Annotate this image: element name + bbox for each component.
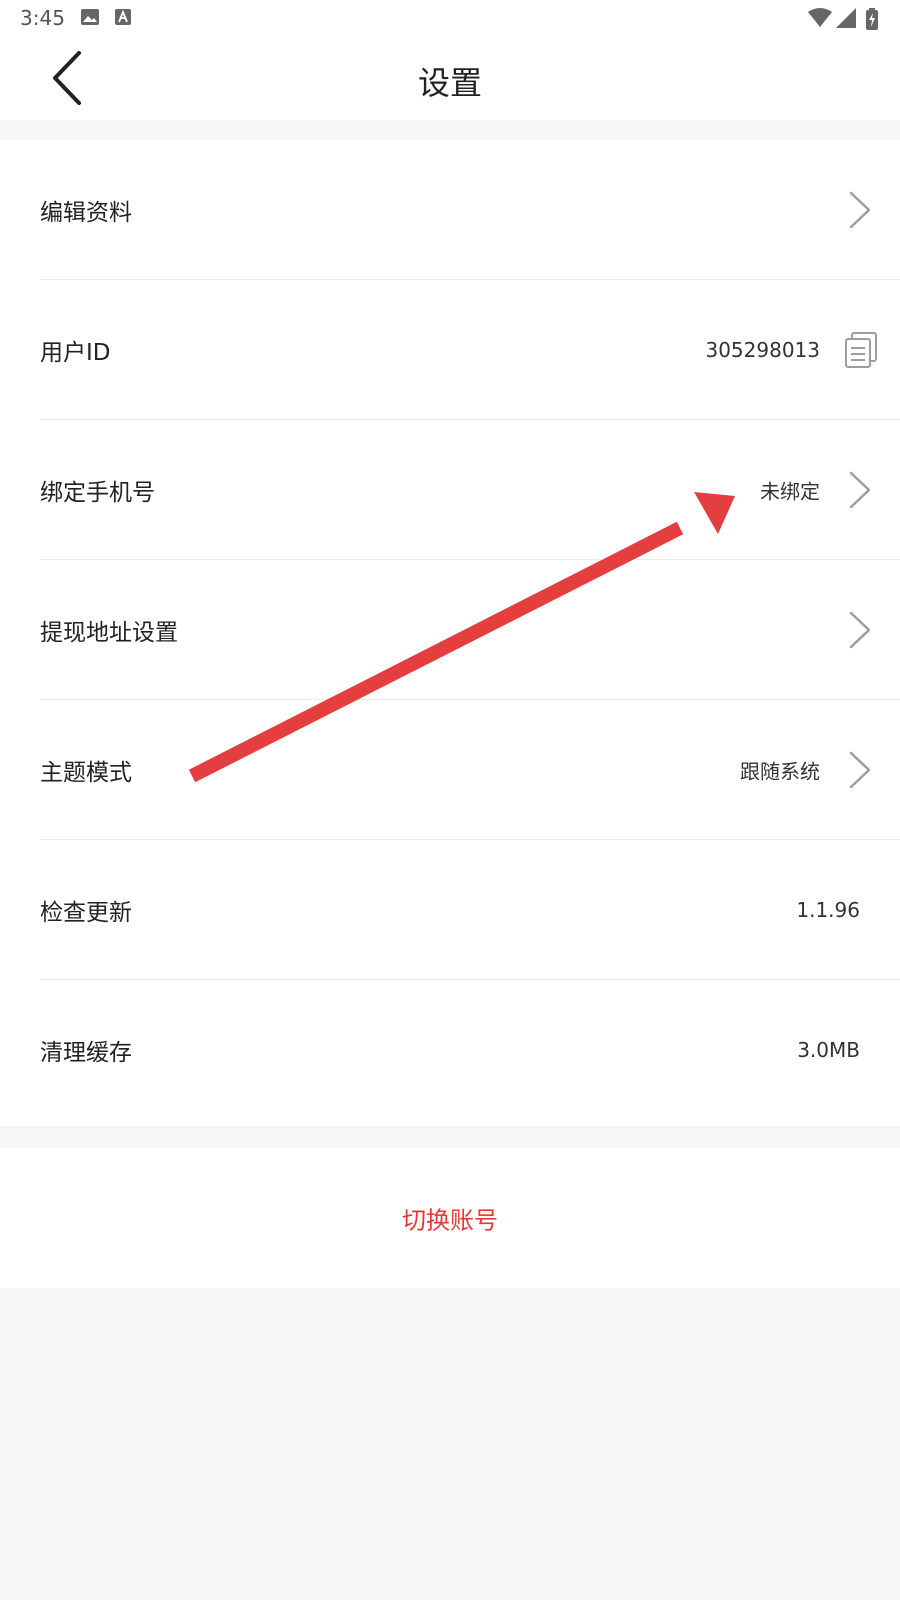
settings-row-check-update[interactable]: 检查更新 1.1.96 xyxy=(0,840,900,980)
text-badge-icon xyxy=(115,9,131,25)
status-bar: 3:45 xyxy=(0,0,900,36)
settings-list: 编辑资料 用户ID 305298013 绑定手机号 未绑定 提现地址设置 主题模… xyxy=(0,140,900,1126)
chevron-right-icon xyxy=(849,471,871,509)
settings-row-theme-mode[interactable]: 主题模式 跟随系统 xyxy=(0,700,900,840)
copy-icon[interactable] xyxy=(844,331,878,369)
chevron-right-icon xyxy=(849,191,871,229)
row-label: 提现地址设置 xyxy=(40,620,178,646)
row-label: 检查更新 xyxy=(40,900,132,926)
row-label: 绑定手机号 xyxy=(40,480,155,506)
switch-account-button[interactable]: 切换账号 xyxy=(0,1201,900,1236)
row-label: 用户ID xyxy=(40,340,111,366)
page-title: 设置 xyxy=(417,64,482,102)
row-label: 主题模式 xyxy=(40,760,132,786)
wifi-icon xyxy=(808,8,832,27)
image-icon xyxy=(81,9,99,25)
settings-row-bind-phone[interactable]: 绑定手机号 未绑定 xyxy=(0,420,900,560)
switch-account-group: 切换账号 xyxy=(0,1148,900,1288)
theme-mode-value: 跟随系统 xyxy=(740,759,820,784)
settings-row-user-id[interactable]: 用户ID 305298013 xyxy=(0,280,900,420)
row-label: 编辑资料 xyxy=(40,200,132,226)
settings-row-withdraw-address[interactable]: 提现地址设置 xyxy=(0,560,900,700)
version-value: 1.1.96 xyxy=(796,898,860,922)
chevron-right-icon xyxy=(849,611,871,649)
settings-row-clear-cache[interactable]: 清理缓存 3.0MB xyxy=(0,980,900,1120)
battery-icon xyxy=(866,8,878,30)
chevron-right-icon xyxy=(849,751,871,789)
status-time: 3:45 xyxy=(20,6,65,30)
cache-size-value: 3.0MB xyxy=(797,1038,860,1062)
app-bar: 设置 xyxy=(0,36,900,120)
bind-phone-value: 未绑定 xyxy=(760,479,820,504)
settings-row-edit-profile[interactable]: 编辑资料 xyxy=(0,140,900,280)
row-label: 清理缓存 xyxy=(40,1040,132,1066)
signal-icon xyxy=(836,8,856,28)
user-id-value: 305298013 xyxy=(705,338,820,362)
